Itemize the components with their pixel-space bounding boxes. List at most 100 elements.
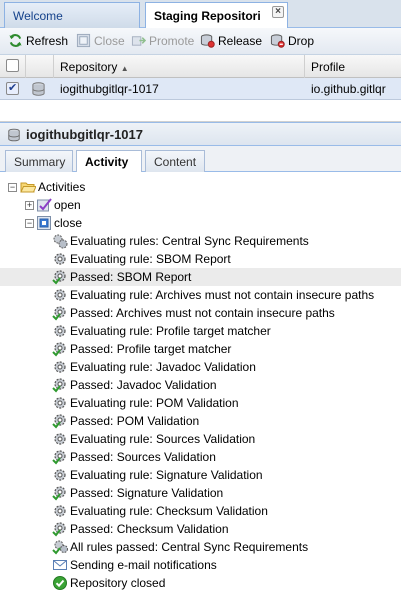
gear-passed-icon — [52, 270, 66, 285]
activity-event-label: Evaluating rule: SBOM Report — [70, 252, 231, 266]
activity-event-label: Evaluating rules: Central Sync Requireme… — [70, 234, 309, 248]
activity-event[interactable]: Passed: Javadoc Validation — [0, 376, 401, 394]
activity-event[interactable]: Evaluating rules: Central Sync Requireme… — [0, 232, 401, 250]
activity-event-label: Passed: Checksum Validation — [70, 522, 229, 536]
gear-icon — [54, 469, 66, 481]
release-label: Release — [218, 34, 263, 48]
activity-event-label: Evaluating rule: POM Validation — [70, 396, 239, 410]
tab-staging-label: Staging Repositori — [154, 9, 261, 23]
folder-open-icon — [20, 182, 36, 193]
gear-icon — [54, 325, 66, 337]
detail-title: iogithubgitlqr-1017 — [26, 127, 143, 142]
gear-icon — [54, 505, 66, 517]
email-icon — [53, 560, 67, 570]
row-checkbox[interactable] — [6, 81, 19, 95]
icon-column-header — [26, 55, 54, 78]
repository-icon — [8, 128, 20, 142]
activity-event[interactable]: Passed: POM Validation — [0, 412, 401, 430]
gear-passed-icon — [52, 414, 66, 429]
gear-passed-icon — [52, 342, 66, 357]
tab-activity-label: Activity — [85, 155, 129, 169]
tab-activity[interactable]: Activity — [76, 150, 142, 173]
drop-label: Drop — [288, 34, 315, 48]
activity-event[interactable]: Passed: Sources Validation — [0, 448, 401, 466]
activity-event-label: Passed: Archives must not contain insecu… — [70, 306, 335, 320]
collapse-toggle-icon[interactable]: − — [8, 183, 17, 192]
tree-node-open[interactable]: + open — [0, 196, 401, 214]
activity-event[interactable]: Passed: Checksum Validation — [0, 520, 401, 538]
activity-event-label: Repository closed — [70, 576, 166, 590]
grid-header: Repository ▲ Profile — [0, 55, 401, 78]
open-label: open — [54, 198, 81, 212]
tab-staging-repositories[interactable]: Staging Repositori × — [145, 2, 288, 29]
activity-event-label: Passed: Javadoc Validation — [70, 378, 217, 392]
toolbar: Refresh Close Promote Release Drop — [0, 28, 401, 55]
activity-event[interactable]: Evaluating rule: Archives must not conta… — [0, 286, 401, 304]
activity-event-label: Evaluating rule: Javadoc Validation — [70, 360, 256, 374]
tab-content[interactable]: Content — [145, 150, 205, 172]
activity-event[interactable]: Evaluating rule: SBOM Report — [0, 250, 401, 268]
tab-summary[interactable]: Summary — [5, 150, 73, 172]
close-tab-icon[interactable]: × — [272, 6, 284, 18]
activity-event-label: Evaluating rule: Archives must not conta… — [70, 288, 375, 302]
activity-event[interactable]: Evaluating rule: Profile target matcher — [0, 322, 401, 340]
activity-event-label: Passed: SBOM Report — [70, 270, 192, 284]
activity-event-label: Sending e-mail notifications — [70, 558, 217, 572]
activity-tree: − Activities + open − close Evaluating r… — [0, 172, 401, 597]
activity-event[interactable]: Passed: Profile target matcher — [0, 340, 401, 358]
expand-toggle-icon[interactable]: + — [25, 201, 34, 210]
release-icon — [200, 34, 215, 48]
promote-label: Promote — [149, 34, 195, 48]
activity-event[interactable]: Evaluating rule: Signature Validation — [0, 466, 401, 484]
gear-passed-icon — [52, 306, 66, 321]
table-row[interactable]: iogithubgitlqr-1017 io.github.gitlqr — [0, 78, 401, 100]
grid-empty-area — [0, 100, 401, 122]
activity-event[interactable]: Passed: Signature Validation — [0, 484, 401, 502]
tab-welcome[interactable]: Welcome — [4, 2, 140, 28]
select-all-checkbox[interactable] — [6, 59, 19, 72]
activity-event[interactable]: Evaluating rule: Checksum Validation — [0, 502, 401, 520]
gear-passed-icon — [52, 378, 66, 393]
promote-button[interactable]: Promote — [131, 33, 194, 51]
activity-event[interactable]: Repository closed — [0, 574, 401, 592]
activity-event[interactable]: Evaluating rule: Javadoc Validation — [0, 358, 401, 376]
activity-event-label: Evaluating rule: Profile target matcher — [70, 324, 271, 338]
close-repo-icon — [76, 33, 91, 48]
gear-icon — [54, 361, 66, 373]
close-button[interactable]: Close — [76, 33, 125, 51]
row-profile-name: io.github.gitlqr — [311, 82, 386, 96]
tab-content-label: Content — [154, 155, 197, 169]
activity-event[interactable]: All rules passed: Central Sync Requireme… — [0, 538, 401, 556]
activity-event[interactable]: Evaluating rule: POM Validation — [0, 394, 401, 412]
promote-icon — [131, 36, 146, 46]
activity-event-label: All rules passed: Central Sync Requireme… — [70, 540, 309, 554]
refresh-button[interactable]: Refresh — [8, 33, 68, 51]
profile-column-header[interactable]: Profile — [305, 55, 401, 78]
activity-event-label: Passed: POM Validation — [70, 414, 200, 428]
tree-node-close[interactable]: − close — [0, 214, 401, 232]
collapse-toggle-icon[interactable]: − — [25, 219, 34, 228]
gears-passed-icon — [52, 540, 68, 555]
drop-icon — [270, 34, 285, 48]
tree-node-activities[interactable]: − Activities — [0, 178, 401, 196]
check-circle-icon — [53, 576, 67, 590]
release-button[interactable]: Release — [200, 33, 262, 51]
activity-event-label: Evaluating rule: Signature Validation — [70, 468, 263, 482]
gear-icon — [54, 289, 66, 301]
tab-summary-label: Summary — [14, 155, 66, 169]
gear-passed-icon — [52, 450, 66, 465]
close-label: Close — [94, 34, 125, 48]
repository-column-label: Repository — [60, 60, 118, 74]
repository-column-header[interactable]: Repository ▲ — [54, 55, 305, 78]
gear-icon — [54, 397, 66, 409]
repository-icon — [32, 82, 45, 96]
detail-tab-strip: Summary Activity Content — [0, 146, 401, 173]
activity-event[interactable]: Evaluating rule: Sources Validation — [0, 430, 401, 448]
activity-event[interactable]: Passed: Archives must not contain insecu… — [0, 304, 401, 322]
detail-panel-header: iogithubgitlqr-1017 — [0, 122, 401, 146]
activity-event[interactable]: Passed: SBOM Report — [0, 268, 401, 286]
activity-event[interactable]: Sending e-mail notifications — [0, 556, 401, 574]
select-all-cell — [0, 55, 26, 78]
drop-button[interactable]: Drop — [270, 33, 314, 51]
activity-event-label: Evaluating rule: Checksum Validation — [70, 504, 268, 518]
